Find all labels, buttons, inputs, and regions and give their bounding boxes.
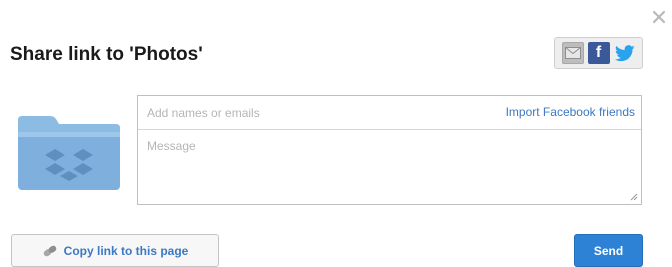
send-button[interactable]: Send	[574, 234, 643, 267]
tab-email[interactable]	[561, 42, 584, 64]
recipients-input[interactable]	[147, 104, 447, 122]
share-dialog: Share link to 'Photos' f Add names or em…	[0, 0, 672, 267]
resize-handle-icon[interactable]	[630, 193, 638, 201]
dialog-title: Share link to 'Photos'	[10, 44, 203, 65]
share-method-tabs: f	[554, 37, 643, 69]
copy-link-button[interactable]: Copy link to this page	[11, 234, 219, 267]
dropbox-folder-icon	[18, 116, 120, 190]
recipients-row: Import Facebook friends	[138, 96, 641, 130]
email-icon	[564, 47, 581, 59]
close-icon	[652, 10, 666, 24]
facebook-icon: f	[595, 44, 602, 61]
close-button[interactable]	[650, 8, 668, 26]
twitter-icon	[614, 44, 635, 61]
share-form: Import Facebook friends	[137, 95, 642, 205]
tab-facebook[interactable]: f	[587, 42, 610, 64]
import-facebook-friends-link[interactable]: Import Facebook friends	[506, 105, 635, 119]
tab-twitter[interactable]	[614, 42, 636, 64]
link-icon	[43, 245, 56, 256]
message-field[interactable]	[147, 139, 627, 195]
copy-link-label: Copy link to this page	[63, 243, 189, 258]
